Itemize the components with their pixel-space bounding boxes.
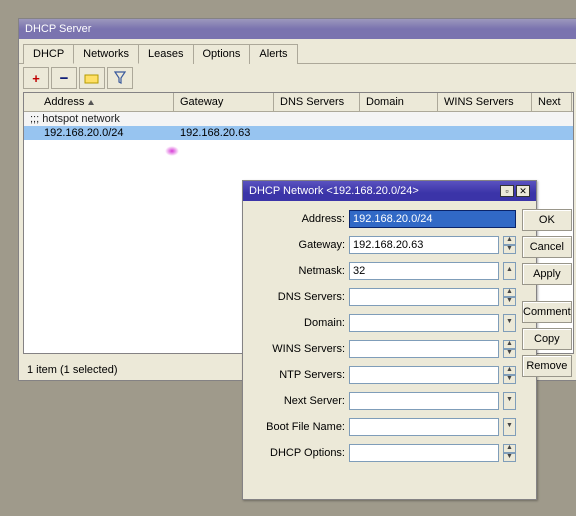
boot-field[interactable]: [349, 418, 499, 436]
remove-button[interactable]: −: [51, 67, 77, 89]
cell-address: 192.168.20.0/24: [24, 126, 174, 140]
grid-header: Address Gateway DNS Servers Domain WINS …: [24, 93, 573, 112]
tab-alerts[interactable]: Alerts: [249, 44, 297, 64]
wins-field[interactable]: [349, 340, 499, 358]
gateway-field[interactable]: [349, 236, 499, 254]
domain-field[interactable]: [349, 314, 499, 332]
col-gateway[interactable]: Gateway: [174, 93, 274, 111]
col-next[interactable]: Next: [532, 93, 572, 111]
tab-bar: DHCP Networks Leases Options Alerts: [19, 39, 576, 64]
toolbar: + −: [19, 64, 576, 92]
copy-button[interactable]: Copy: [522, 328, 572, 350]
status-bar: 1 item (1 selected): [27, 364, 117, 376]
main-window-title: DHCP Server: [25, 23, 91, 35]
wins-stepper[interactable]: ▲▼: [503, 340, 516, 358]
add-button[interactable]: +: [23, 67, 49, 89]
tab-options[interactable]: Options: [193, 44, 251, 64]
main-window-titlebar: DHCP Server: [19, 19, 576, 39]
cancel-button[interactable]: Cancel: [522, 236, 572, 258]
next-field[interactable]: [349, 392, 499, 410]
dialog-titlebar: DHCP Network <192.168.20.0/24> ▫ ✕: [243, 181, 536, 201]
col-domain[interactable]: Domain: [360, 93, 438, 111]
col-address[interactable]: Address: [24, 93, 174, 111]
dialog-title: DHCP Network <192.168.20.0/24>: [249, 185, 419, 197]
ntp-stepper[interactable]: ▲▼: [503, 366, 516, 384]
minimize-button[interactable]: ▫: [500, 185, 514, 197]
dialog-buttons: OK Cancel Apply Comment Copy Remove: [522, 209, 572, 469]
gateway-stepper[interactable]: ▲▼: [503, 236, 516, 254]
tab-leases[interactable]: Leases: [138, 44, 193, 64]
dns-stepper[interactable]: ▲▼: [503, 288, 516, 306]
close-button[interactable]: ✕: [516, 185, 530, 197]
filter-button[interactable]: [107, 67, 133, 89]
sort-asc-icon: [88, 100, 94, 105]
note-icon: [84, 72, 100, 84]
netmask-clear[interactable]: ▲: [503, 262, 516, 280]
comment-button[interactable]: [79, 67, 105, 89]
close-icon: ✕: [519, 186, 527, 197]
domain-label: Domain:: [251, 317, 345, 329]
row-comment: ;;; hotspot network: [24, 112, 573, 126]
cell-gateway: 192.168.20.63: [174, 126, 274, 140]
boot-dropdown[interactable]: ▼: [503, 418, 516, 436]
netmask-field[interactable]: [349, 262, 499, 280]
opts-label: DHCP Options:: [251, 447, 345, 459]
dialog-form: Address: Gateway: ▲▼ Netmask: ▲ DNS Serv…: [251, 209, 516, 469]
dhcp-network-dialog: DHCP Network <192.168.20.0/24> ▫ ✕ Addre…: [242, 180, 537, 500]
dns-label: DNS Servers:: [251, 291, 345, 303]
gateway-label: Gateway:: [251, 239, 345, 251]
ntp-label: NTP Servers:: [251, 369, 345, 381]
comment-button[interactable]: Comment: [522, 301, 572, 323]
next-dropdown[interactable]: ▼: [503, 392, 516, 410]
ok-button[interactable]: OK: [522, 209, 572, 231]
remove-button[interactable]: Remove: [522, 355, 572, 377]
boot-label: Boot File Name:: [251, 421, 345, 433]
table-row[interactable]: 192.168.20.0/24 192.168.20.63: [24, 126, 573, 140]
tab-dhcp[interactable]: DHCP: [23, 44, 74, 64]
domain-dropdown[interactable]: ▼: [503, 314, 516, 332]
apply-button[interactable]: Apply: [522, 263, 572, 285]
dns-field[interactable]: [349, 288, 499, 306]
funnel-icon: [114, 71, 126, 85]
opts-stepper[interactable]: ▲▼: [503, 444, 516, 462]
tab-networks[interactable]: Networks: [73, 44, 139, 64]
ntp-field[interactable]: [349, 366, 499, 384]
minimize-icon: ▫: [505, 186, 508, 196]
next-label: Next Server:: [251, 395, 345, 407]
opts-field[interactable]: [349, 444, 499, 462]
wins-label: WINS Servers:: [251, 343, 345, 355]
col-wins[interactable]: WINS Servers: [438, 93, 532, 111]
plus-icon: +: [32, 71, 40, 86]
address-field[interactable]: [349, 210, 516, 228]
netmask-label: Netmask:: [251, 265, 345, 277]
col-dns[interactable]: DNS Servers: [274, 93, 360, 111]
address-label: Address:: [251, 213, 345, 225]
minus-icon: −: [60, 70, 69, 87]
